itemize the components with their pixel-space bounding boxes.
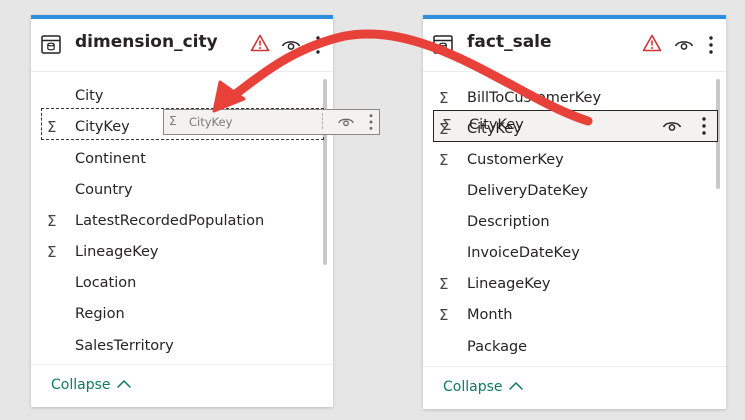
- field-row-citykey[interactable]: Σ CityKey: [423, 115, 709, 146]
- field-name: CityKey: [467, 121, 522, 137]
- sigma-icon: Σ: [439, 120, 449, 138]
- drag-arrow-icon: [212, 29, 593, 126]
